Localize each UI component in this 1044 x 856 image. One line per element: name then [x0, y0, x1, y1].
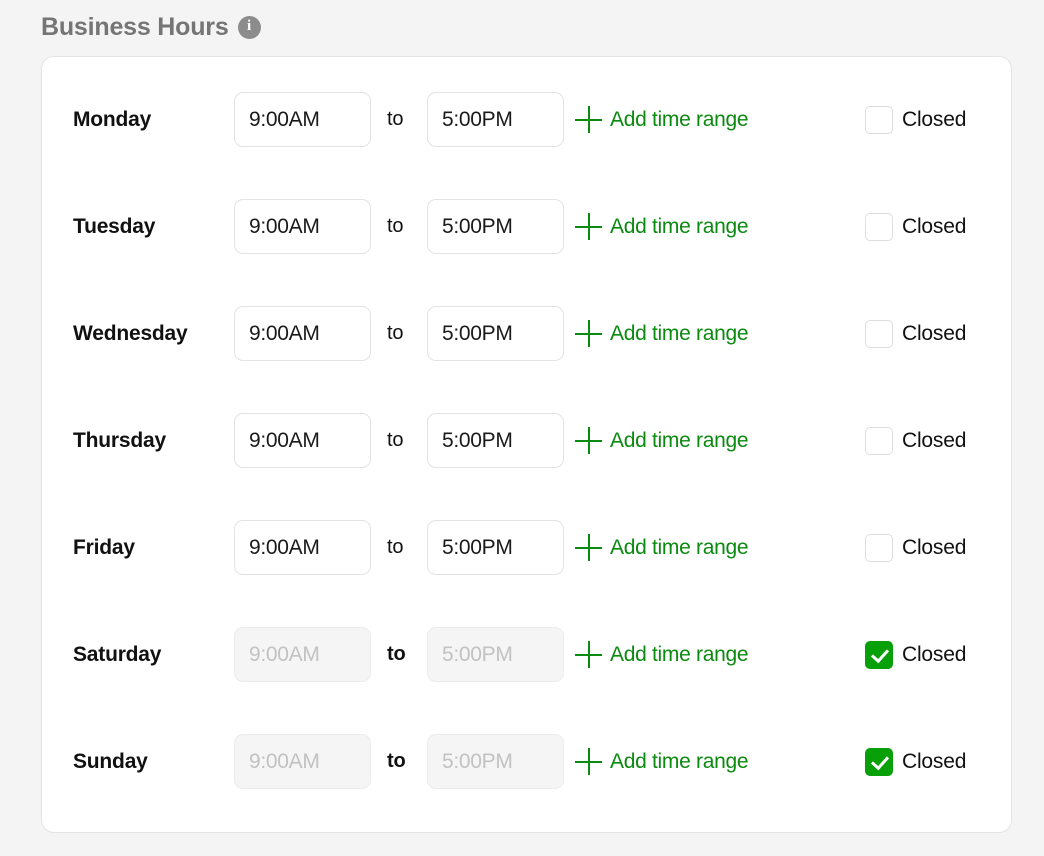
end-time-input[interactable]: 5:00PM	[427, 199, 564, 254]
end-time-input[interactable]: 5:00PM	[427, 520, 564, 575]
start-time-input[interactable]: 9:00AM	[234, 520, 371, 575]
day-label: Friday	[73, 535, 135, 559]
closed-checkbox-group[interactable]: Closed	[865, 212, 967, 241]
add-time-range-label: Add time range	[610, 107, 749, 131]
plus-icon	[575, 641, 602, 668]
closed-label: Closed	[902, 428, 967, 452]
section-header: Business Hours i	[41, 10, 261, 44]
closed-label: Closed	[902, 749, 967, 773]
day-row: Sunday 9:00AM to 5:00PM Add time range Closed	[42, 708, 1011, 815]
add-time-range-button[interactable]: Add time range	[575, 641, 749, 668]
day-label: Tuesday	[73, 214, 156, 238]
plus-icon	[575, 534, 602, 561]
start-time-input[interactable]: 9:00AM	[234, 199, 371, 254]
add-time-range-label: Add time range	[610, 214, 749, 238]
closed-checkbox[interactable]	[865, 640, 893, 669]
closed-checkbox-group[interactable]: Closed	[865, 319, 967, 348]
closed-checkbox-group[interactable]: Closed	[865, 640, 967, 669]
to-label: to	[387, 108, 404, 130]
day-rows-list: Monday 9:00AM to 5:00PM Add time range Closed…	[42, 57, 1011, 815]
closed-label: Closed	[902, 642, 967, 666]
business-hours-card: Monday 9:00AM to 5:00PM Add time range Closed…	[41, 56, 1012, 833]
closed-label: Closed	[902, 214, 967, 238]
page-title: Business Hours	[41, 13, 229, 41]
add-time-range-button[interactable]: Add time range	[575, 748, 749, 775]
closed-checkbox[interactable]	[865, 212, 893, 241]
add-time-range-label: Add time range	[610, 642, 749, 666]
closed-checkbox[interactable]	[865, 426, 893, 455]
to-label: to	[387, 750, 406, 772]
closed-checkbox-group[interactable]: Closed	[865, 747, 967, 776]
start-time-input[interactable]: 9:00AM	[234, 734, 371, 789]
closed-checkbox-group[interactable]: Closed	[865, 533, 967, 562]
plus-icon	[575, 106, 602, 133]
closed-label: Closed	[902, 321, 967, 345]
closed-checkbox-group[interactable]: Closed	[865, 105, 967, 134]
day-label: Thursday	[73, 428, 166, 452]
add-time-range-label: Add time range	[610, 535, 749, 559]
closed-checkbox-group[interactable]: Closed	[865, 426, 967, 455]
add-time-range-label: Add time range	[610, 321, 749, 345]
to-label: to	[387, 643, 406, 665]
to-label: to	[387, 536, 404, 558]
to-label: to	[387, 429, 404, 451]
add-time-range-button[interactable]: Add time range	[575, 534, 749, 561]
day-row: Friday 9:00AM to 5:00PM Add time range Closed	[42, 494, 1011, 601]
day-row: Wednesday 9:00AM to 5:00PM Add time range Clo…	[42, 280, 1011, 387]
end-time-input[interactable]: 5:00PM	[427, 306, 564, 361]
add-time-range-label: Add time range	[610, 428, 749, 452]
to-label: to	[387, 215, 404, 237]
day-row: Tuesday 9:00AM to 5:00PM Add time range Close…	[42, 173, 1011, 280]
day-label: Saturday	[73, 642, 162, 666]
add-time-range-label: Add time range	[610, 749, 749, 773]
add-time-range-button[interactable]: Add time range	[575, 213, 749, 240]
day-label: Sunday	[73, 749, 148, 773]
plus-icon	[575, 213, 602, 240]
end-time-input[interactable]: 5:00PM	[427, 413, 564, 468]
plus-icon	[575, 427, 602, 454]
closed-label: Closed	[902, 107, 967, 131]
info-icon[interactable]: i	[237, 15, 261, 39]
add-time-range-button[interactable]: Add time range	[575, 320, 749, 347]
business-hours-page: Business Hours i Monday 9:00AM to 5:00PM Add…	[0, 0, 1044, 856]
closed-checkbox[interactable]	[865, 105, 893, 134]
day-row: Thursday 9:00AM to 5:00PM Add time range Clos…	[42, 387, 1011, 494]
start-time-input[interactable]: 9:00AM	[234, 92, 371, 147]
day-row: Saturday 9:00AM to 5:00PM Add time range Clos…	[42, 601, 1011, 708]
plus-icon	[575, 748, 602, 775]
end-time-input[interactable]: 5:00PM	[427, 92, 564, 147]
end-time-input[interactable]: 5:00PM	[427, 734, 564, 789]
closed-label: Closed	[902, 535, 967, 559]
start-time-input[interactable]: 9:00AM	[234, 413, 371, 468]
info-icon-glyph: i	[246, 18, 252, 34]
closed-checkbox[interactable]	[865, 319, 893, 348]
start-time-input[interactable]: 9:00AM	[234, 306, 371, 361]
start-time-input[interactable]: 9:00AM	[234, 627, 371, 682]
day-label: Wednesday	[73, 321, 188, 345]
day-row: Monday 9:00AM to 5:00PM Add time range Closed	[42, 66, 1011, 173]
end-time-input[interactable]: 5:00PM	[427, 627, 564, 682]
add-time-range-button[interactable]: Add time range	[575, 106, 749, 133]
closed-checkbox[interactable]	[865, 533, 893, 562]
plus-icon	[575, 320, 602, 347]
add-time-range-button[interactable]: Add time range	[575, 427, 749, 454]
closed-checkbox[interactable]	[865, 747, 893, 776]
to-label: to	[387, 322, 404, 344]
day-label: Monday	[73, 107, 152, 131]
